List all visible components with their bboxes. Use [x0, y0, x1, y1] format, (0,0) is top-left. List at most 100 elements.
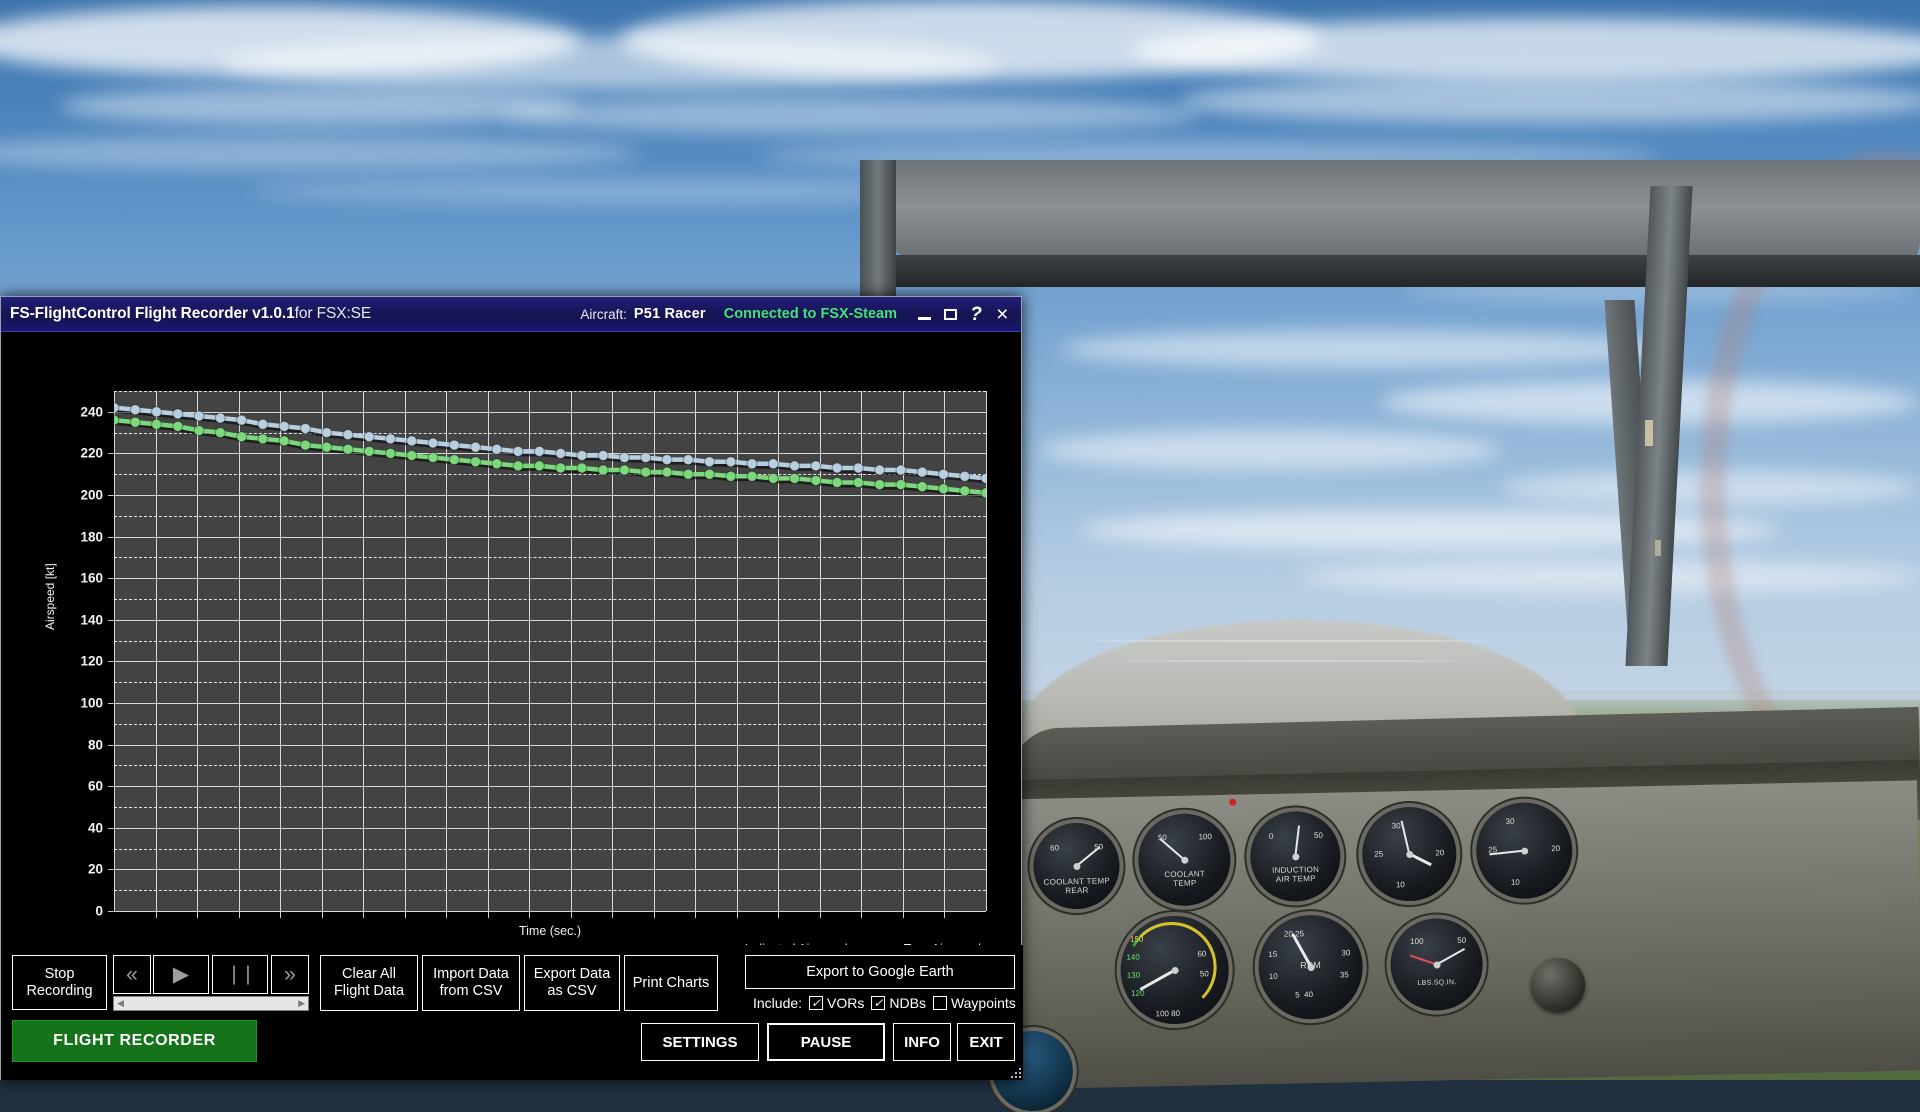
vors-checkbox-box[interactable]: ✓ — [809, 996, 823, 1010]
chart-data-point — [300, 440, 310, 450]
flight-recorder-button[interactable]: FLIGHT RECORDER — [12, 1020, 257, 1062]
export-to-google-earth-button[interactable]: Export to Google Earth — [745, 955, 1015, 989]
export-data-as-csv-button[interactable]: Export Data as CSV — [524, 955, 620, 1011]
x-axis-tick — [571, 911, 572, 918]
x-axis-tick — [446, 911, 447, 918]
chart-data-point — [152, 419, 162, 429]
nose-panel-line — [1120, 660, 1460, 662]
play-button[interactable]: ▶ — [153, 955, 209, 994]
chart-data-point — [407, 436, 417, 446]
gauge-coolant-temp-rear: 60 50 COOLANT TEMP REAR — [1033, 822, 1121, 910]
pause-playback-button[interactable]: ❘❘ — [212, 955, 268, 994]
x-axis-tick — [861, 911, 862, 918]
y-axis-tick — [108, 703, 114, 704]
export-google-earth-label: Export to Google Earth — [806, 964, 954, 981]
chart-data-point — [449, 440, 459, 450]
import-line1: Import Data — [433, 966, 509, 983]
window-title-suffix: for FSX:SE — [295, 305, 372, 322]
x-axis-tick — [488, 911, 489, 918]
y-axis-tick — [108, 537, 114, 538]
window-title-main: FS-FlightControl Flight Recorder — [10, 305, 252, 322]
nose-panel-line — [1090, 640, 1490, 642]
include-options-row: Include: ✓ VORs ✓ NDBs ✓ Waypoints — [753, 995, 1016, 1011]
y-axis-tick-label: 40 — [88, 820, 103, 835]
checkbox-vors[interactable]: ✓ VORs — [809, 995, 864, 1011]
print-charts-button[interactable]: Print Charts — [624, 955, 718, 1011]
chart-data-point — [513, 461, 523, 471]
checkbox-waypoints[interactable]: ✓ Waypoints — [933, 995, 1016, 1011]
y-axis-tick — [108, 911, 114, 912]
waypoints-checkbox-box[interactable]: ✓ — [933, 996, 947, 1010]
cloud — [60, 86, 580, 126]
ndbs-checkbox-box[interactable]: ✓ — [871, 996, 885, 1010]
chart-data-point — [449, 455, 459, 465]
stop-recording-button[interactable]: Stop Recording — [12, 955, 107, 1010]
aircraft-label: Aircraft: — [580, 307, 627, 322]
export-line2: as CSV — [547, 983, 596, 1000]
chart-data-point — [237, 432, 247, 442]
chart-data-point — [513, 446, 523, 456]
chart-data-point — [577, 450, 587, 460]
canopy-reflection — [1645, 420, 1653, 446]
rewind-icon: « — [126, 963, 138, 987]
pause-button[interactable]: PAUSE — [767, 1023, 885, 1061]
y-axis-tick — [108, 620, 114, 621]
resize-grip[interactable] — [1007, 1064, 1021, 1078]
fast-forward-button[interactable]: » — [271, 955, 309, 994]
y-axis-tick-label: 60 — [88, 779, 103, 794]
scroll-right-icon[interactable]: ▶ — [298, 998, 305, 1009]
y-axis-tick-label: 80 — [88, 737, 103, 752]
chart-data-point — [726, 457, 736, 467]
chart-data-point — [130, 405, 140, 415]
scrollbar-track[interactable] — [124, 997, 298, 1010]
y-axis-tick — [108, 453, 114, 454]
y-axis-tick — [108, 578, 114, 579]
y-axis-tick — [108, 745, 114, 746]
cloud — [1060, 330, 1680, 368]
scroll-left-icon[interactable]: ◀ — [117, 998, 124, 1009]
y-axis-tick — [108, 828, 114, 829]
flight-recorder-label: FLIGHT RECORDER — [53, 1032, 216, 1050]
chart-data-point — [534, 446, 544, 456]
settings-button[interactable]: SETTINGS — [641, 1023, 759, 1061]
checkbox-ndbs[interactable]: ✓ NDBs — [871, 995, 926, 1011]
x-axis-tick — [197, 911, 198, 918]
minimize-icon[interactable] — [911, 301, 937, 327]
y-axis-tick-label: 180 — [80, 529, 103, 544]
x-axis-title: Time (sec.) — [114, 924, 986, 938]
y-axis-tick-label: 100 — [80, 696, 103, 711]
chart-series-layer — [114, 391, 986, 911]
gauge-rpm: 20 25 15 30 10 35 5 40 RPM — [1258, 914, 1364, 1020]
clear-all-flight-data-button[interactable]: Clear All Flight Data — [320, 955, 418, 1011]
y-axis-tick-label: 220 — [80, 446, 103, 461]
import-data-from-csv-button[interactable]: Import Data from CSV — [422, 955, 520, 1011]
info-button[interactable]: INFO — [893, 1023, 951, 1061]
pause-label: PAUSE — [801, 1034, 852, 1051]
chart-data-point — [705, 469, 715, 479]
close-icon[interactable]: × — [989, 301, 1015, 327]
chart-data-point — [853, 463, 863, 473]
playback-scrollbar[interactable]: ◀ ▶ — [113, 996, 309, 1011]
window-title-bar[interactable]: FS-FlightControl Flight Recorder v1.0.1f… — [1, 297, 1021, 332]
x-axis-tick — [903, 911, 904, 918]
help-icon[interactable]: ? — [963, 301, 989, 327]
canopy-frame-top-shadow — [860, 255, 1920, 287]
rewind-button[interactable]: « — [113, 955, 151, 994]
y-axis-tick — [108, 495, 114, 496]
play-icon: ▶ — [173, 962, 189, 987]
chart-data-point — [896, 480, 906, 490]
chart-data-point — [747, 471, 757, 481]
chart-data-point — [641, 467, 651, 477]
chart-data-point — [237, 415, 247, 425]
y-axis-tick-label: 0 — [95, 904, 103, 919]
exit-button[interactable]: EXIT — [957, 1023, 1015, 1061]
chart-data-point — [258, 434, 268, 444]
chart-data-point — [705, 457, 715, 467]
chart-data-point — [790, 461, 800, 471]
chart-data-point — [641, 453, 651, 463]
x-axis-tick — [363, 911, 364, 918]
bottom-toolbar: Stop Recording « ▶ ❘❘ » ◀ ▶ Clear All Fl… — [1, 945, 1023, 1080]
x-axis-tick — [239, 911, 240, 918]
maximize-icon[interactable] — [937, 301, 963, 327]
export-line1: Export Data — [534, 966, 611, 983]
